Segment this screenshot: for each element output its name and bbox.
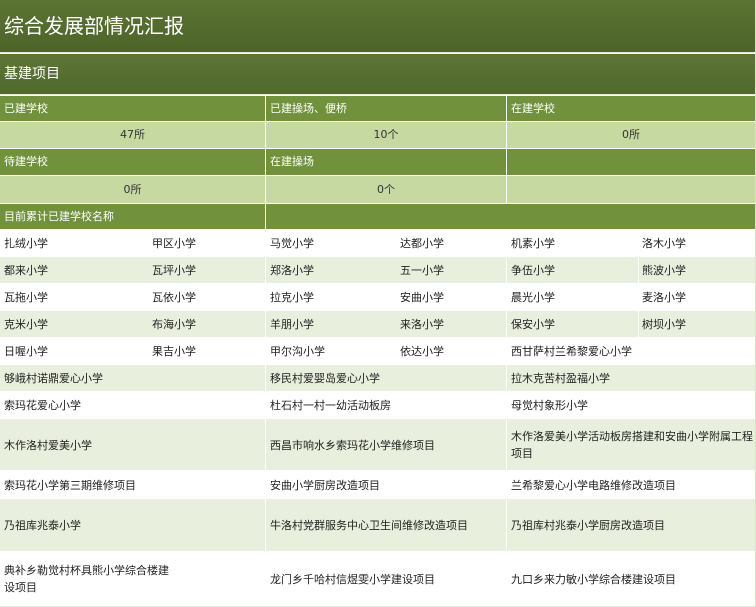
school-cell: 郑洛小学 <box>270 264 314 277</box>
playground-building-label: 在建操场 <box>266 149 506 175</box>
school-cell: 扎绒小学 <box>4 237 48 250</box>
playground-bridge-value: 10个 <box>266 122 506 148</box>
project-cell: 木作洛爱美小学活动板房搭建和安曲小学附属工程项目 <box>511 429 753 460</box>
school-cell: 麦洛小学 <box>642 291 686 304</box>
school-cell: 西甘萨村兰希黎爱心小学 <box>511 345 632 358</box>
school-cell: 保安小学 <box>511 318 555 331</box>
building-schools-label: 在建学校 <box>507 96 755 121</box>
project-cell: 典补乡勒觉村杯具熊小学综合楼建设项目 <box>4 564 169 594</box>
project-cell: 龙门乡千哈村信煜雯小学建设项目 <box>270 573 435 586</box>
table-row: 扎绒小学 甲区小学 马觉小学 达都小学 机素小学 洛木小学 <box>0 230 755 256</box>
column-divider <box>506 96 507 204</box>
project-cell: 九口乡来力敏小学综合楼建设项目 <box>511 573 676 586</box>
school-cell: 洛木小学 <box>642 237 686 250</box>
playground-building-value: 0个 <box>266 176 506 203</box>
built-schools-label: 已建学校 <box>0 96 265 121</box>
table-row: 克米小学 布海小学 羊朋小学 来洛小学 保安小学 树坝小学 <box>0 311 755 337</box>
school-cell: 果吉小学 <box>152 345 196 358</box>
playground-bridge-label: 已建操场、便桥 <box>266 96 506 121</box>
school-cell: 瓦拖小学 <box>4 291 48 304</box>
building-schools-value: 0所 <box>507 122 755 148</box>
school-cell: 瓦依小学 <box>152 291 196 304</box>
school-cell: 甲尔沟小学 <box>270 345 325 358</box>
project-cell: 乃祖库村兆泰小学厨房改造项目 <box>511 519 665 532</box>
school-list-header: 目前累计已建学校名称 <box>0 204 755 229</box>
school-cell: 依达小学 <box>400 345 444 358</box>
school-cell: 达都小学 <box>400 237 444 250</box>
school-cell: 来洛小学 <box>400 318 444 331</box>
row-divider <box>0 229 755 230</box>
school-cell: 拉克小学 <box>270 291 314 304</box>
project-cell: 索玛花小学第三期维修项目 <box>4 478 136 492</box>
row-divider <box>0 121 755 122</box>
school-cell: 都来小学 <box>4 264 48 277</box>
school-cell: 克米小学 <box>4 318 48 331</box>
project-cell: 乃祖库兆泰小学 <box>4 519 81 532</box>
school-cell: 瓦坪小学 <box>152 264 196 277</box>
row-divider <box>0 203 755 204</box>
row-divider <box>0 175 755 176</box>
project-cell: 木作洛村爱美小学 <box>4 438 92 452</box>
project-cell: 母觉村象形小学 <box>511 399 588 412</box>
school-cell: 五一小学 <box>400 264 444 277</box>
page-title: 综合发展部情况汇报 <box>0 0 755 53</box>
project-cell: 移民村爱婴岛爱心小学 <box>270 372 380 385</box>
row-divider <box>0 148 755 149</box>
school-cell: 日喔小学 <box>4 345 48 358</box>
school-cell: 树坝小学 <box>642 318 686 331</box>
column-divider <box>506 230 507 607</box>
school-cell: 争伍小学 <box>511 264 555 277</box>
project-cell: 索玛花爱心小学 <box>4 399 81 412</box>
empty-header-cell <box>507 149 755 175</box>
project-cell: 杜石村一村一幼活动板房 <box>270 399 391 412</box>
table-row: 索玛花小学第三期维修项目 安曲小学厨房改造项目 兰希黎爱心小学电路维修改造项目 <box>0 471 755 498</box>
project-cell: 兰希黎爱心小学电路维修改造项目 <box>511 478 676 492</box>
table-row: 都来小学 瓦坪小学 郑洛小学 五一小学 争伍小学 熊波小学 <box>0 257 755 283</box>
table-row: 日喔小学 果吉小学 甲尔沟小学 依达小学 西甘萨村兰希黎爱心小学 <box>0 338 755 364</box>
school-cell: 甲区小学 <box>152 237 196 250</box>
built-schools-value: 47所 <box>0 122 265 148</box>
project-cell: 安曲小学厨房改造项目 <box>270 478 380 492</box>
project-cell: 西昌市响水乡索玛花小学维修项目 <box>270 438 435 452</box>
pending-schools-label: 待建学校 <box>0 149 265 175</box>
column-divider <box>265 96 266 607</box>
table-row: 乃祖库兆泰小学 牛洛村党群服务中心卫生间维修改造项目 乃祖库村兆泰小学厨房改造项… <box>0 499 755 551</box>
section-title: 基建项目 <box>0 54 755 95</box>
school-cell: 熊波小学 <box>642 264 686 277</box>
school-cell: 晨光小学 <box>511 291 555 304</box>
table-row: 典补乡勒觉村杯具熊小学综合楼建设项目 龙门乡千哈村信煜雯小学建设项目 九口乡来力… <box>0 552 755 606</box>
project-cell: 够峨村诺鼎爱心小学 <box>4 372 103 385</box>
table-row: 够峨村诺鼎爱心小学 移民村爱婴岛爱心小学 拉木克苦村盈福小学 <box>0 365 755 391</box>
pending-schools-value: 0所 <box>0 176 265 203</box>
column-divider <box>638 230 639 337</box>
table-row: 瓦拖小学 瓦依小学 拉克小学 安曲小学 晨光小学 麦洛小学 <box>0 284 755 310</box>
table-row: 木作洛村爱美小学 西昌市响水乡索玛花小学维修项目 木作洛爱美小学活动板房搭建和安… <box>0 419 755 470</box>
table-row: 索玛花爱心小学 杜石村一村一幼活动板房 母觉村象形小学 <box>0 392 755 418</box>
empty-value-cell <box>507 176 755 203</box>
school-cell: 马觉小学 <box>270 237 314 250</box>
school-cell: 安曲小学 <box>400 291 444 304</box>
school-cell: 机素小学 <box>511 237 555 250</box>
school-cell: 羊朋小学 <box>270 318 314 331</box>
project-cell: 拉木克苦村盈福小学 <box>511 372 610 385</box>
project-cell: 牛洛村党群服务中心卫生间维修改造项目 <box>270 519 468 532</box>
school-cell: 布海小学 <box>152 318 196 331</box>
